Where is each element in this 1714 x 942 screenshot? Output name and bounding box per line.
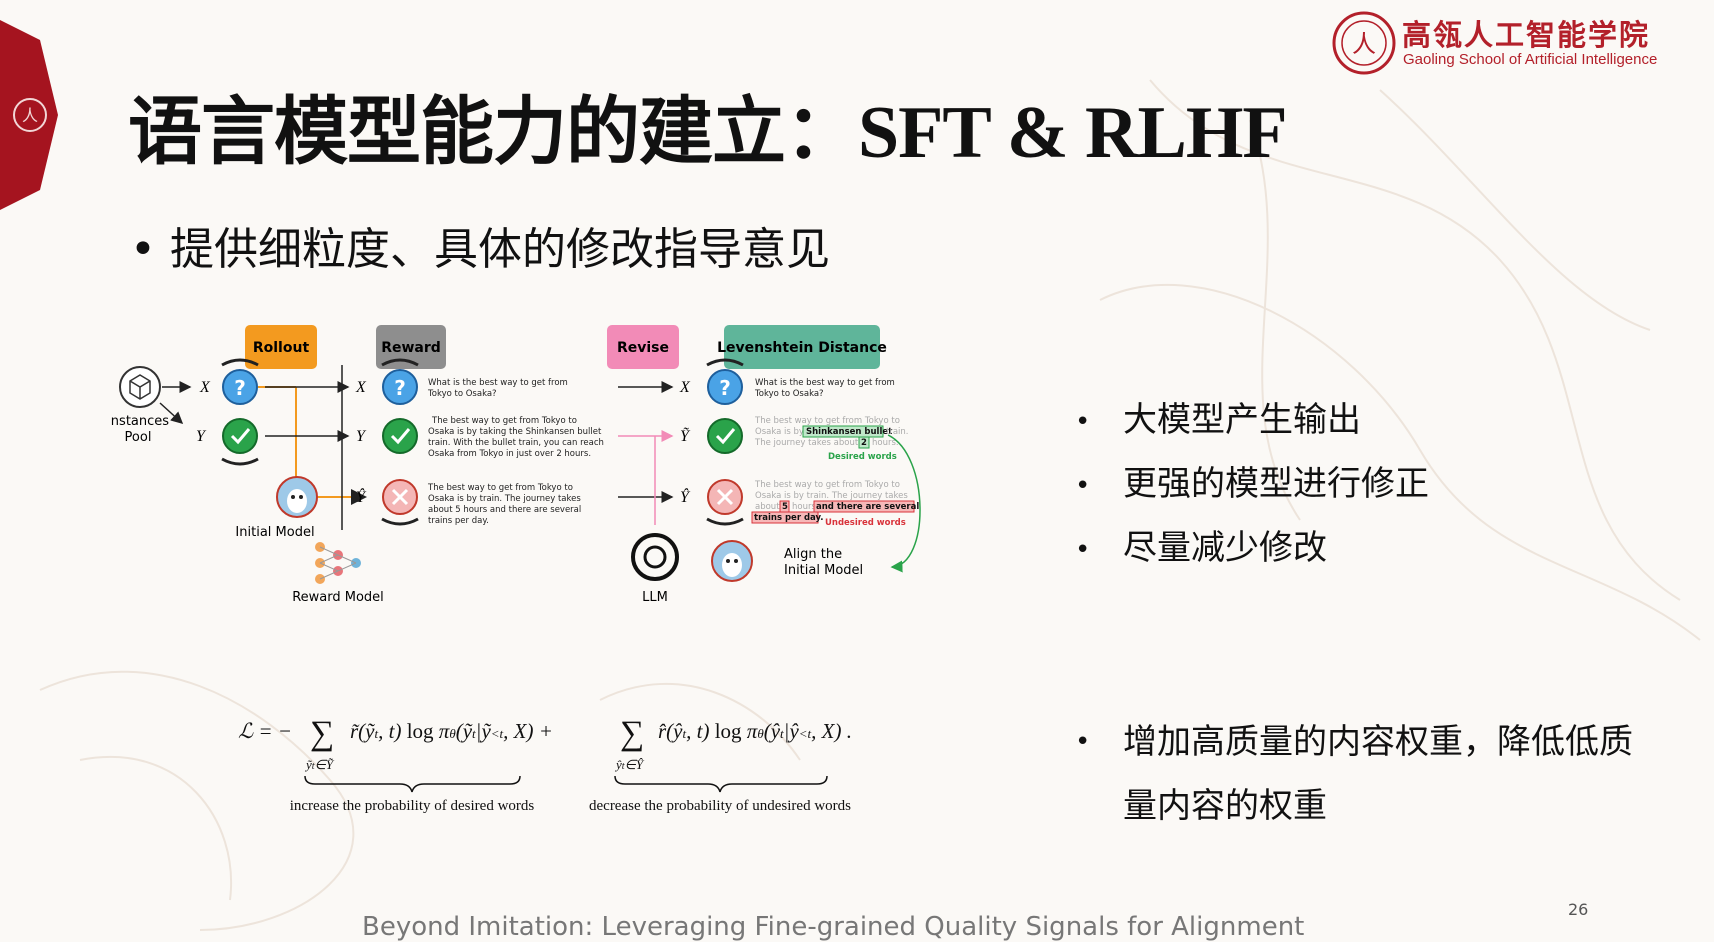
svg-text:ŷt∈Ŷ: ŷt∈Ŷ [614,757,645,772]
svg-text:Osaka is by: Osaka is by [755,427,804,437]
brace-label-desired: increase the probability of desired word… [290,798,535,814]
logo-english-name: Gaoling School of Artificial Intelligenc… [1403,51,1658,68]
svg-text:?: ? [234,376,246,400]
svg-text:r̃(ỹt, t) log πθ(ỹt|ỹ<t, X) +: r̃(ỹt, t) log πθ(ỹt|ỹ<t, X) + [350,719,553,743]
stage-revise: Revise [607,325,679,369]
svg-text:Osaka is by taking the Shinkan: Osaka is by taking the Shinkansen bullet [428,427,602,437]
page-number: 26 [1568,900,1589,919]
svg-text:2: 2 [861,438,867,448]
svg-text:The best way to get from Tokyo: The best way to get from Tokyo to [754,480,900,490]
svg-text:Ŷ: Ŷ [680,487,691,506]
right-bullet-item-long: • 增加高质量的内容权重，降低低质量内容的权重 [1075,722,1633,826]
brace-label-undesired: decrease the probability of undesired wo… [589,798,851,814]
logo-chinese-name: 高瓴人工智能学院 [1402,18,1651,52]
title-latin: SFT & RLHF [858,92,1288,174]
svg-text:人: 人 [22,106,38,125]
main-bullet: • 提供细粒度、具体的修改指导意见 [130,224,830,275]
svg-text:Osaka is by train. The journey: Osaka is by train. The journey takes [428,494,581,504]
right-bullet-item: • 更强的模型进行修正 [1075,464,1429,504]
llm-label: LLM [642,590,668,605]
svg-text:What is the best way to get fr: What is the best way to get from [428,378,568,388]
svg-text:Tokyo to Osaka?: Tokyo to Osaka? [427,389,497,399]
svg-text:ỹt∈Ỹ: ỹt∈Ỹ [304,757,335,772]
reward-model-network-icon [315,542,361,584]
svg-text:about: about [755,502,780,512]
pipeline-figure: Rollout Reward Revise Levenshtein Distan… [110,325,921,605]
svg-text:Ŷ: Ŷ [356,487,367,506]
svg-text:What is the best way to get fr: What is the best way to get from [755,378,895,388]
svg-text:about 5 hours and there are se: about 5 hours and there are several [428,505,581,515]
svg-text:hours: hours [792,502,816,512]
loss-formula: ℒ = − ∑ ỹt∈Ỹ r̃(ỹt, t) log πθ(ỹt|ỹ<t, X)… [238,715,852,814]
svg-text:Tokyo to Osaka?: Tokyo to Osaka? [754,389,824,399]
svg-text:X: X [679,379,691,396]
stage-levenshtein: Levenshtein Distance [717,325,887,369]
openai-llm-icon [631,533,679,581]
right-bullet-item: • 大模型产生输出 [1075,400,1361,440]
reward-model-label: Reward Model [292,590,384,605]
llama-avatar-icon [276,476,318,518]
paper-reference: Beyond Imitation: Leveraging Fine-graine… [362,912,1305,942]
slide-title: 语言模型能力的建立：SFT & RLHF [128,72,1288,179]
align-label-2: Initial Model [784,563,863,578]
svg-text:trains per day.: trains per day. [428,516,489,526]
svg-text:Undesired words: Undesired words [825,518,906,528]
llama-avatar-icon-align [711,540,753,582]
right-bullet-item: • 尽量减少修改 [1075,528,1327,568]
instances-pool-icon [119,366,161,408]
svg-text:The best way to get from Tokyo: The best way to get from Tokyo to [431,416,577,426]
svg-text:Y: Y [196,428,207,445]
svg-text:Osaka from Tokyo in just over: Osaka from Tokyo in just over 2 hours. [428,449,591,459]
svg-text:Y: Y [356,428,367,445]
svg-text:trains per day.: trains per day. [754,513,824,523]
pool-label: Pool [125,430,152,445]
svg-text:∑: ∑ [310,715,334,752]
initial-model-label: Initial Model [235,525,314,540]
svg-text:?: ? [719,376,731,400]
svg-text:Ỹ: Ỹ [680,427,691,445]
svg-text:X: X [355,379,367,396]
svg-text:Revise: Revise [617,340,669,356]
instances-label: Instances [110,414,169,429]
check-icon [222,418,258,454]
svg-text:r̂(ŷt, t) log πθ(ŷt|ŷ<t, X) .: r̂(ŷt, t) log πθ(ŷt|ŷ<t, X) . [658,719,852,743]
svg-text:The best way to get from Tokyo: The best way to get from Tokyo to [427,483,573,493]
svg-text:?: ? [394,376,406,400]
svg-text:Osaka is by train. The journey: Osaka is by train. The journey takes [755,491,908,501]
svg-text:人: 人 [1352,30,1376,58]
svg-text:∑: ∑ [620,715,644,752]
svg-text:Reward: Reward [381,340,441,356]
align-label-1: Align the [784,547,842,562]
svg-text:Levenshtein Distance: Levenshtein Distance [717,340,887,356]
svg-text:Shinkansen bullet: Shinkansen bullet [806,427,892,437]
left-red-tab: 人 [0,20,58,210]
svg-text:Desired words: Desired words [828,452,897,462]
svg-text:train. With the bullet train,: train. With the bullet train, you can re… [428,438,604,448]
svg-text:The journey takes about: The journey takes about [754,438,859,448]
svg-text:Rollout: Rollout [253,340,310,356]
title-chinese: 语言模型能力的建立： [128,89,859,175]
svg-text:and there are several: and there are several [816,502,919,512]
svg-text:X: X [199,379,211,396]
svg-text:The best way to get from Tokyo: The best way to get from Tokyo to [754,416,900,426]
svg-text:ℒ = −: ℒ = − [238,719,292,743]
svg-text:5: 5 [782,502,788,512]
